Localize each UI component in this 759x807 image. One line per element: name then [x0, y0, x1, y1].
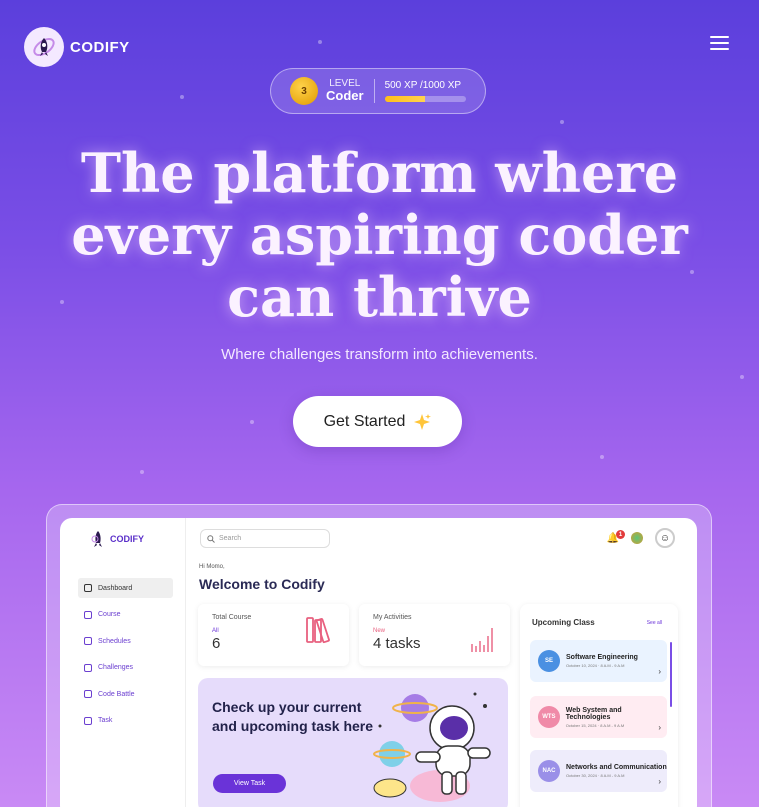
- card-title: Total Course: [212, 614, 252, 621]
- class-badge: SE: [538, 650, 560, 672]
- xp-text: 500 XP /1000 XP: [384, 80, 462, 91]
- get-started-button[interactable]: Get Started: [293, 396, 462, 447]
- class-date: October 10, 2024 · 8 A.M - 9 A.M: [566, 663, 625, 668]
- level-badge: 3 LEVEL Coder 500 XP /1000 XP: [270, 68, 486, 114]
- class-date: October 30, 2024 · 8 A.M - 9 A.M: [566, 773, 625, 778]
- nav-icon: [84, 663, 92, 672]
- get-started-label: Get Started: [323, 412, 406, 430]
- card-sub: New: [373, 628, 386, 634]
- rocket-icon: [91, 531, 102, 547]
- star: [740, 375, 744, 379]
- total-course-card[interactable]: Total Course All 6: [198, 604, 349, 666]
- card-value: 4 tasks: [373, 635, 421, 652]
- sidebar-nav: Dashboard Course Schedules Challenges Code B…: [78, 578, 173, 737]
- card-sub: All: [212, 628, 219, 634]
- level-title: Coder: [326, 88, 364, 104]
- star: [140, 470, 144, 474]
- sidebar-item-label: Task: [98, 717, 113, 724]
- promo-text: Check up your current and upcoming task …: [212, 699, 374, 734]
- rocket-icon: [24, 27, 64, 67]
- class-badge: NAC: [538, 760, 560, 782]
- sidebar-item-label: Challenges: [98, 664, 134, 671]
- class-name: Networks and Communication: [566, 764, 667, 771]
- class-name: Software Engineering: [566, 654, 638, 661]
- hamburger-menu-icon[interactable]: [710, 36, 729, 50]
- avatar[interactable]: ☺: [655, 528, 675, 548]
- class-date: October 15, 2024 · 8 A.M - 9 A.M: [565, 722, 625, 728]
- my-activities-card[interactable]: My Activities New 4 tasks: [359, 604, 510, 666]
- globe-icon[interactable]: [631, 532, 643, 544]
- brand-logo[interactable]: CODIFY: [24, 27, 130, 67]
- scrollbar[interactable]: [670, 642, 672, 707]
- divider: [373, 79, 375, 103]
- class-card[interactable]: SE Software Engineering October 10, 2024 ·…: [530, 640, 667, 682]
- books-icon: [306, 617, 330, 644]
- chevron-right-icon: ›: [658, 723, 661, 732]
- sidebar-item-label: Code Battle: [98, 690, 135, 698]
- chevron-right-icon: ›: [658, 667, 661, 676]
- card-title: My Activities: [373, 614, 412, 621]
- hero-line-2: every aspiring coder: [71, 203, 688, 267]
- sidebar-item-task[interactable]: Task: [78, 711, 173, 731]
- dashboard-preview: CODIFY Dashboard Course Schedules Challenge…: [60, 518, 697, 807]
- dashboard-main: Search 🔔 1 ☺ Hi Momo, Welcome to Codify T…: [186, 518, 697, 807]
- sidebar-item-label: Schedules: [98, 637, 131, 645]
- xp-progress-fill: [384, 96, 426, 102]
- hero-subtitle: Where challenges transform into achievem…: [221, 346, 538, 363]
- welcome-title: Welcome to Codify: [199, 576, 325, 592]
- hero-line-3: can thrive: [227, 265, 532, 329]
- sidebar-item-code-battle[interactable]: Code Battle: [78, 684, 173, 704]
- dashboard-logo[interactable]: CODIFY: [90, 530, 144, 548]
- search-placeholder: Search: [219, 535, 242, 542]
- promo-card: Check up your current and upcoming task …: [198, 678, 508, 807]
- level-number: 3: [290, 77, 318, 105]
- level-label: LEVEL: [329, 78, 361, 90]
- bell-icon[interactable]: 🔔 1: [607, 530, 625, 544]
- view-task-button[interactable]: View Task: [213, 774, 286, 793]
- class-name: Web System and Technologies: [565, 706, 622, 721]
- sidebar: CODIFY Dashboard Course Schedules Challenge…: [60, 518, 186, 807]
- nav-icon: [84, 610, 92, 619]
- star: [180, 95, 184, 99]
- dashboard-brand: CODIFY: [110, 534, 145, 544]
- sidebar-item-challenges[interactable]: Challenges: [78, 658, 173, 678]
- brand-name: CODIFY: [70, 38, 130, 56]
- sidebar-item-label: Course: [98, 611, 121, 618]
- sparkle-icon: [414, 413, 432, 430]
- sidebar-item-course[interactable]: Course: [78, 605, 173, 625]
- star: [250, 420, 254, 424]
- class-card[interactable]: NAC Networks and Communication October 30,…: [530, 750, 667, 792]
- star: [318, 40, 322, 44]
- sidebar-item-dashboard[interactable]: Dashboard: [78, 578, 173, 598]
- card-value: 6: [212, 635, 221, 652]
- xp-progress-bar: [384, 96, 466, 102]
- see-all-link[interactable]: See all: [647, 620, 662, 626]
- nav-icon: [84, 584, 92, 592]
- search-icon: [207, 534, 215, 543]
- activity-chart-icon: [471, 628, 493, 652]
- search-input[interactable]: Search: [200, 529, 330, 548]
- nav-icon: [84, 690, 92, 698]
- nav-icon: [84, 716, 92, 725]
- sidebar-item-schedules[interactable]: Schedules: [78, 631, 173, 651]
- hero-title: The platform where every aspiring coder …: [0, 142, 759, 328]
- star: [600, 455, 604, 459]
- astronaut-illustration: [373, 692, 491, 802]
- class-badge: WTS: [538, 706, 560, 728]
- upcoming-title: Upcoming Class: [532, 618, 595, 627]
- star: [560, 120, 564, 124]
- class-card[interactable]: WTS Web System and Technologies October 15…: [530, 696, 667, 738]
- greeting: Hi Momo,: [199, 564, 225, 570]
- nav-icon: [84, 637, 92, 645]
- hero-line-1: The platform where: [80, 141, 679, 205]
- notification-count: 1: [616, 530, 625, 539]
- chevron-right-icon: ›: [658, 777, 661, 786]
- upcoming-class-panel: Upcoming Class See all SE Software Engine…: [520, 604, 678, 807]
- sidebar-item-label: Dashboard: [98, 584, 133, 592]
